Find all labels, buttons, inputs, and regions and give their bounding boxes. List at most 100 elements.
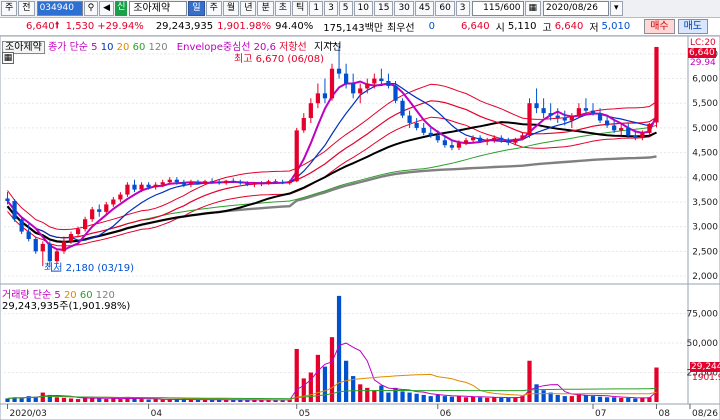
interval-button-0[interactable]: 1 bbox=[309, 1, 324, 16]
env-tag: 29.94 bbox=[690, 58, 716, 68]
candle-body bbox=[640, 132, 645, 138]
candle-body bbox=[626, 127, 631, 136]
date-tick-label: 04 bbox=[151, 409, 163, 419]
stock-name-field[interactable]: 조아제약 bbox=[129, 1, 188, 16]
interval-button-3[interactable]: 10 bbox=[353, 1, 373, 16]
candle-body bbox=[520, 135, 525, 139]
high-annotation: 최고 6,670 (06/08) bbox=[234, 54, 325, 65]
high-label: 고 bbox=[542, 23, 552, 34]
speaker-icon[interactable]: ◀ bbox=[99, 1, 115, 16]
open-label: 시 bbox=[495, 23, 505, 34]
interval-button-6[interactable]: 45 bbox=[414, 1, 435, 16]
interval-button-2[interactable]: 5 bbox=[338, 1, 353, 16]
last-price-tag: 6,640 bbox=[688, 48, 716, 58]
year-button[interactable]: 년 bbox=[240, 1, 257, 16]
candle-body bbox=[90, 209, 95, 220]
candle-body bbox=[188, 182, 194, 185]
volume-bar bbox=[421, 394, 426, 402]
interval-button-4[interactable]: 15 bbox=[373, 1, 394, 16]
candle-body bbox=[562, 118, 567, 121]
volume-bar bbox=[654, 367, 659, 402]
volume-bar bbox=[449, 396, 455, 402]
date-tick-label: 05 bbox=[299, 409, 310, 419]
date-axis: 2020/03 04 05 06 07 08 08/26 bbox=[0, 404, 720, 420]
search-icon[interactable]: ⚲ bbox=[83, 1, 99, 16]
period-select[interactable]: 전 bbox=[18, 1, 35, 16]
volume-bar bbox=[153, 399, 158, 402]
candle-body bbox=[541, 108, 546, 114]
price-tick-label: 3,500 bbox=[692, 198, 718, 208]
count-field[interactable]: 115/600 bbox=[471, 1, 524, 16]
stock-code-input[interactable]: 034940 bbox=[36, 1, 83, 16]
candle-body bbox=[358, 88, 363, 94]
volume-bar bbox=[541, 390, 546, 402]
month-button[interactable]: 월 bbox=[222, 1, 240, 16]
volume-bar bbox=[407, 392, 412, 402]
candle-body bbox=[5, 198, 10, 201]
date-field[interactable]: 2020/08/26 bbox=[543, 1, 610, 16]
candle-body bbox=[597, 113, 603, 121]
second-button[interactable]: 초 bbox=[274, 1, 292, 16]
volume-bar bbox=[626, 397, 631, 402]
week-button[interactable]: 주 bbox=[205, 1, 222, 16]
candle-body bbox=[365, 83, 370, 89]
volume-bar bbox=[315, 354, 321, 402]
interval-button-5[interactable]: 30 bbox=[394, 1, 414, 16]
legend-ma120: 120 bbox=[148, 42, 168, 53]
volume-bar bbox=[40, 392, 45, 402]
volume-bar bbox=[633, 398, 638, 402]
volume-bar bbox=[118, 399, 123, 402]
candle-body bbox=[104, 204, 109, 212]
legend-ma-label: 종가 단순 bbox=[48, 42, 88, 53]
candle-body bbox=[308, 103, 313, 119]
volume-bar bbox=[167, 399, 172, 402]
day-button[interactable]: 일 bbox=[188, 1, 205, 16]
volume-bar bbox=[5, 398, 10, 402]
volume-bar bbox=[562, 396, 567, 402]
candle-body bbox=[386, 81, 391, 86]
candle-body bbox=[231, 180, 236, 183]
price-chart[interactable]: 6,5006,0005,5005,0004,5004,0003,5003,000… bbox=[0, 36, 720, 284]
legend-ma10: 10 bbox=[100, 42, 114, 53]
volume-bar bbox=[146, 399, 151, 402]
volume-bar bbox=[365, 387, 370, 402]
volume-bar bbox=[139, 399, 144, 402]
chart-type-button[interactable]: 주 bbox=[1, 1, 18, 16]
legend-ma20: 20 bbox=[116, 42, 130, 53]
candle-body bbox=[61, 241, 67, 252]
sell-button[interactable]: 매도 bbox=[677, 19, 708, 34]
grid-toggle-icon[interactable]: ▦ bbox=[2, 52, 14, 64]
legend-ma60: 60 bbox=[132, 42, 146, 53]
candle-body bbox=[534, 103, 539, 109]
candle-body bbox=[329, 68, 335, 99]
candle-body bbox=[287, 181, 292, 184]
buy-button[interactable]: 매수 bbox=[644, 19, 675, 34]
date-tick-label: 07 bbox=[595, 409, 606, 419]
up-arrow-icon: 🠙 bbox=[54, 20, 60, 31]
volume-bar bbox=[160, 399, 165, 402]
volume-bar bbox=[386, 392, 391, 402]
candle-body bbox=[527, 103, 532, 136]
volume-tick-label: 50,000 bbox=[687, 339, 719, 349]
low-value: 5,010 bbox=[601, 21, 631, 32]
volume-bar bbox=[640, 397, 645, 402]
dropdown-icon[interactable]: ▾ bbox=[610, 1, 623, 16]
interval-button-7[interactable]: 60 bbox=[435, 1, 455, 16]
interval-button-1[interactable]: 3 bbox=[324, 1, 338, 16]
calendar-icon[interactable]: ▦ bbox=[524, 1, 542, 16]
vol-pct-tag: 1901.9 bbox=[692, 373, 720, 383]
candle-body bbox=[97, 209, 102, 212]
price-tick-label: 6,000 bbox=[692, 75, 718, 85]
price-tick-label: 2,500 bbox=[692, 247, 718, 257]
lc-label: LC:20 bbox=[690, 38, 716, 48]
low-annotation: 최저 2,180 (03/19) bbox=[44, 263, 135, 274]
candle-body bbox=[372, 78, 377, 84]
minute-button[interactable]: 분 bbox=[257, 1, 274, 16]
candle-body bbox=[583, 108, 589, 111]
tick-button[interactable]: 틱 bbox=[292, 1, 309, 16]
volume-bar bbox=[97, 398, 102, 402]
candle-body bbox=[485, 139, 490, 142]
candle-body bbox=[125, 184, 130, 195]
interval-button-8[interactable]: 3 bbox=[455, 1, 470, 16]
volume-bar bbox=[301, 378, 306, 402]
